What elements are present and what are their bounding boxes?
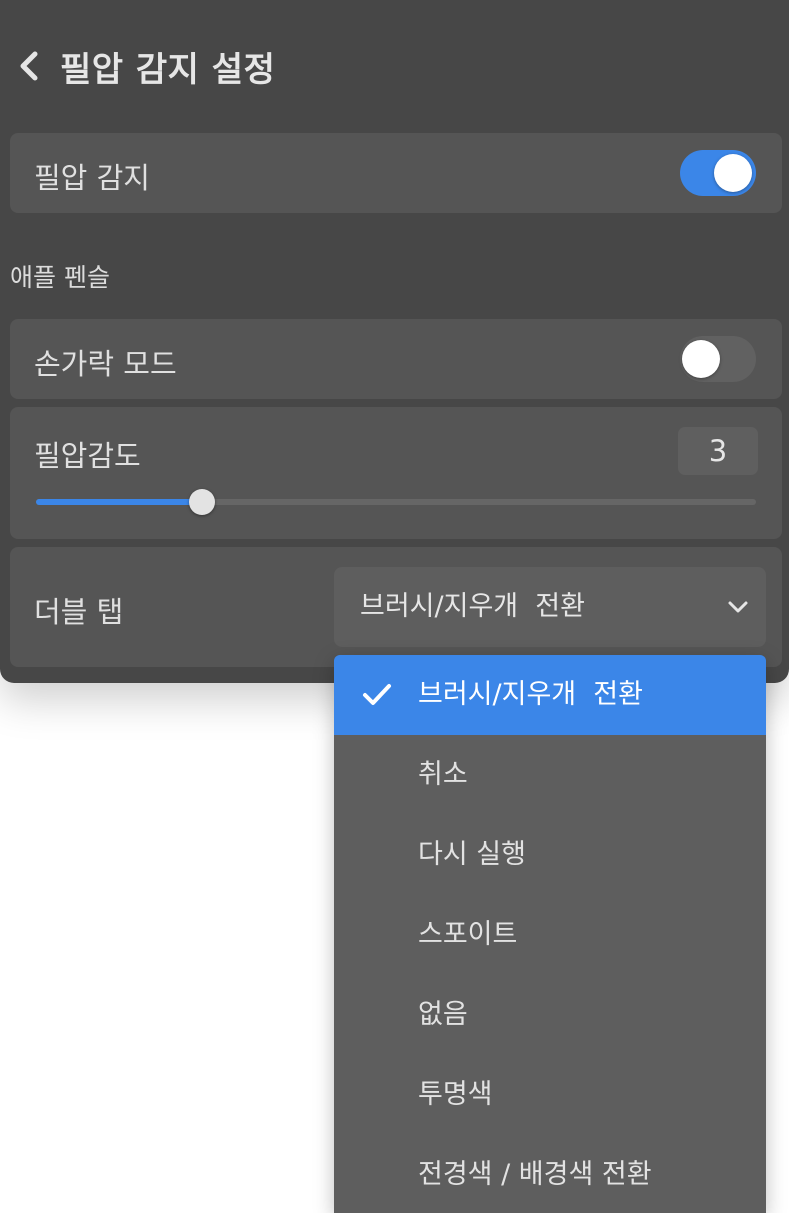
page-title: 필압 감지 설정 <box>60 49 276 90</box>
dropdown-option[interactable]: 다시 실행 <box>334 815 766 895</box>
sensitivity-row: 필압감도 3 <box>10 407 782 539</box>
finger-mode-row: 손가락 모드 <box>10 319 782 399</box>
sensitivity-value: 3 <box>678 427 758 475</box>
checkmark-icon <box>363 684 391 705</box>
dropdown-option-label: 없음 <box>418 999 468 1030</box>
dropdown-option[interactable]: 스포이트 <box>334 895 766 975</box>
sensitivity-slider[interactable] <box>36 489 756 515</box>
pressure-detection-row: 필압 감지 <box>10 133 782 213</box>
double-tap-label: 더블 탭 <box>34 595 124 629</box>
toggle-knob <box>682 340 720 378</box>
pressure-detection-toggle[interactable] <box>680 150 756 196</box>
settings-panel: 필압 감지 설정 필압 감지 애플 펜슬 손가락 모드 필압감도 3 더블 탭 … <box>0 0 789 683</box>
finger-mode-toggle[interactable] <box>680 336 756 382</box>
dropdown-option-label: 브러시/지우개 전환 <box>418 679 643 710</box>
dropdown-option-label: 투명색 <box>418 1079 493 1110</box>
chevron-left-icon <box>20 51 38 81</box>
double-tap-select[interactable]: 브러시/지우개 전환 <box>334 567 766 647</box>
chevron-down-icon <box>728 601 748 613</box>
double-tap-row: 더블 탭 브러시/지우개 전환 <box>10 547 782 667</box>
header: 필압 감지 설정 <box>18 42 275 90</box>
slider-thumb[interactable] <box>188 489 215 515</box>
dropdown-option[interactable]: 브러시/지우개 전환 <box>334 655 766 735</box>
slider-fill <box>36 499 202 505</box>
dropdown-option-label: 취소 <box>418 759 468 790</box>
dropdown-option-label: 다시 실행 <box>418 839 526 870</box>
dropdown-option-label: 스포이트 <box>418 919 518 950</box>
dropdown-option-label: 전경색 / 배경색 전환 <box>418 1159 652 1190</box>
back-button[interactable] <box>18 42 50 90</box>
dropdown-option[interactable]: 전경색 / 배경색 전환 <box>334 1135 766 1213</box>
dropdown-option[interactable]: 취소 <box>334 735 766 815</box>
double-tap-dropdown-menu: 브러시/지우개 전환 취소 다시 실행 스포이트 없음 투명색 전경색 / 배경… <box>334 655 766 1213</box>
sensitivity-label: 필압감도 <box>34 439 141 473</box>
dropdown-option[interactable]: 없음 <box>334 975 766 1055</box>
section-label-apple-pencil: 애플 펜슬 <box>10 263 110 292</box>
dropdown-option[interactable]: 투명색 <box>334 1055 766 1135</box>
finger-mode-label: 손가락 모드 <box>34 347 177 381</box>
double-tap-selected-value: 브러시/지우개 전환 <box>360 591 585 622</box>
pressure-detection-label: 필압 감지 <box>34 161 150 195</box>
toggle-knob <box>714 154 752 192</box>
